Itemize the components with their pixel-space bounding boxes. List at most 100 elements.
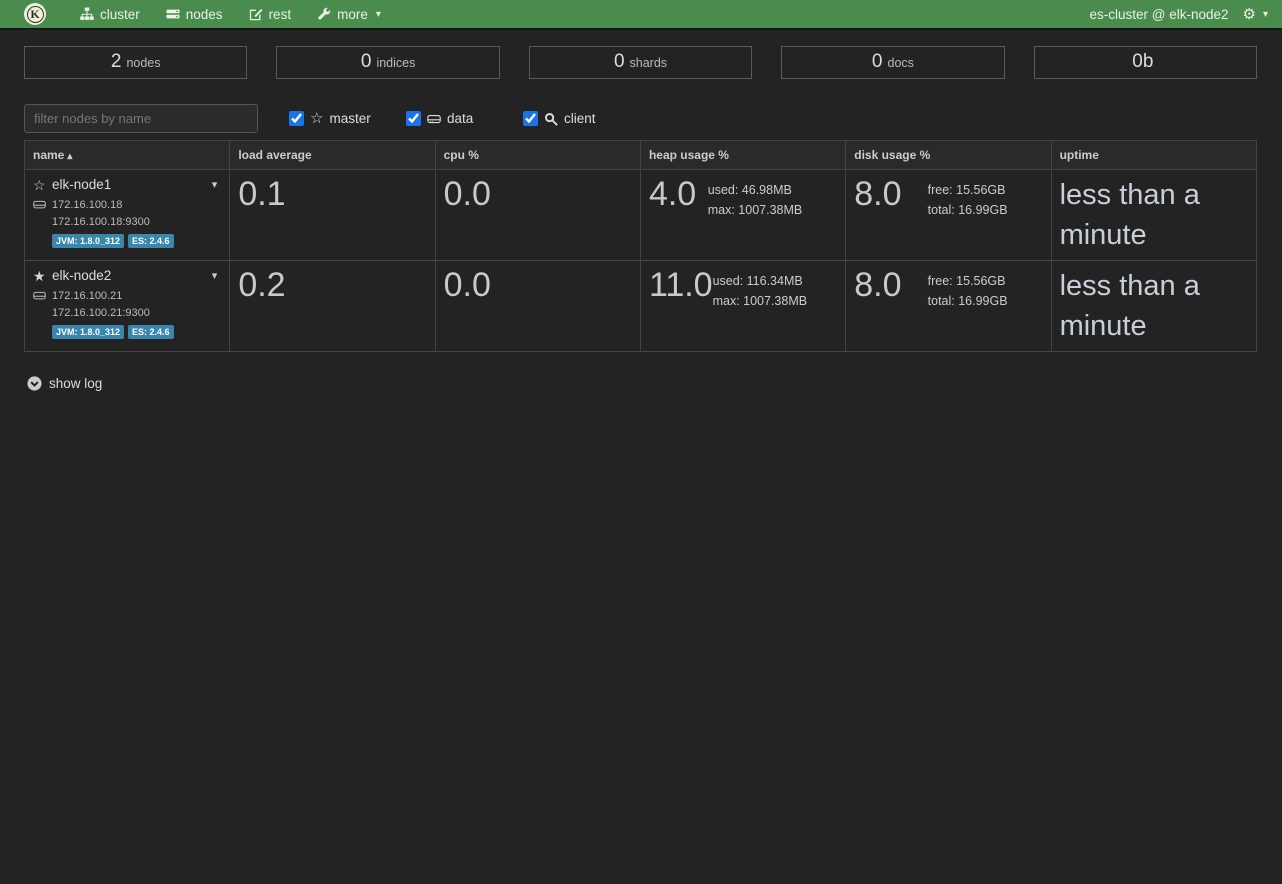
node-name: elk-node2 [52,268,111,283]
node-transport-address: 172.16.100.21:9300 [52,307,221,319]
nav-item-rest[interactable]: rest [249,7,292,22]
node-ip: 172.16.100.18 [52,199,122,211]
master-checkbox[interactable] [289,111,304,126]
es-version-badge: ES: 2.4.6 [128,234,174,248]
uptime-cell: less than a minute [1051,261,1256,352]
star-filled-icon: ★ [33,269,50,283]
node-row-elk-node2: ★ elk-node2 ▾ 172.16.100.21 172.16.100.2… [25,261,1257,352]
heap-max: max: 1007.38MB [708,200,803,220]
sitemap-icon [80,7,94,21]
node-menu-caret-icon[interactable]: ▾ [212,178,218,191]
show-log-toggle[interactable]: show log [27,376,102,391]
disk-cell: 8.0 free: 15.56GB total: 16.99GB [846,170,1051,261]
stat-indices-value: 0 [361,51,372,73]
header-cpu[interactable]: cpu % [435,141,640,170]
server-icon [166,7,180,21]
node-transport-address: 172.16.100.18:9300 [52,216,221,228]
data-checkbox[interactable] [406,111,421,126]
filter-client[interactable]: client [523,111,640,126]
heap-percent-value: 11.0 [649,266,713,311]
disk-total: total: 16.99GB [928,200,1008,220]
cpu-cell: 0.0 [435,261,640,352]
stat-shards-label: shards [630,56,668,70]
nav-label-rest: rest [269,7,292,22]
stat-shards: 0 shards [529,46,752,79]
node-filter-input[interactable] [24,104,258,133]
nav-item-nodes[interactable]: nodes [166,7,223,22]
cluster-host-label: es-cluster @ elk-node2 [1090,7,1229,22]
chevron-down-icon: ▾ [376,9,381,20]
chevron-down-icon: ▾ [1263,9,1268,20]
nodes-table: name▴ load average cpu % heap usage % di… [24,140,1257,352]
filter-data[interactable]: data [406,111,523,126]
load-average-cell: 0.2 [230,261,435,352]
navbar-right: es-cluster @ elk-node2 ⚙ ▾ [1090,7,1269,22]
search-icon [544,112,558,126]
kopf-logo[interactable]: K [24,3,46,25]
nav-item-more[interactable]: more ▾ [317,7,381,22]
nav-label-cluster: cluster [100,7,140,22]
load-average-cell: 0.1 [230,170,435,261]
heap-max: max: 1007.38MB [713,291,808,311]
stat-nodes-label: nodes [126,56,160,70]
disk-percent-value: 8.0 [854,175,901,220]
edit-icon [249,7,263,21]
jvm-version-badge: JVM: 1.8.0_312 [52,325,124,339]
node-name: elk-node1 [52,177,111,192]
navbar: K cluster nodes rest more ▾ es-cluster @… [0,0,1282,30]
gear-icon: ⚙ [1243,7,1256,22]
uptime-value: less than a minute [1060,266,1248,346]
stat-nodes-value: 2 [111,51,122,73]
sort-asc-icon: ▴ [67,151,72,162]
jvm-version-badge: JVM: 1.8.0_312 [52,234,124,248]
nav-item-cluster[interactable]: cluster [80,7,140,22]
header-name[interactable]: name▴ [25,141,230,170]
client-checkbox[interactable] [523,111,538,126]
settings-menu[interactable]: ⚙ ▾ [1243,7,1268,22]
stat-size-value: 0b [1132,51,1153,73]
node-menu-caret-icon[interactable]: ▾ [212,269,218,282]
filter-row: ☆ master data client [24,104,1257,133]
header-uptime[interactable]: uptime [1051,141,1256,170]
cpu-cell: 0.0 [435,170,640,261]
heap-percent-value: 4.0 [649,175,696,220]
table-header-row: name▴ load average cpu % heap usage % di… [25,141,1257,170]
hdd-icon [33,198,46,211]
stat-nodes: 2 nodes [24,46,247,79]
nav-label-nodes: nodes [186,7,223,22]
load-average-value: 0.1 [238,175,426,214]
show-log-label: show log [49,376,102,391]
node-ip: 172.16.100.21 [52,290,122,302]
filter-master-label: master [329,111,370,126]
kopf-logo-letter: K [27,6,44,23]
star-icon: ☆ [310,111,323,126]
heap-used: used: 116.34MB [713,271,808,291]
stat-indices: 0 indices [276,46,499,79]
wrench-icon [317,7,331,21]
star-outline-icon: ☆ [33,178,50,192]
cpu-value: 0.0 [444,266,632,305]
disk-free: free: 15.56GB [928,271,1008,291]
header-disk-usage[interactable]: disk usage % [846,141,1051,170]
filter-data-label: data [447,111,473,126]
es-version-badge: ES: 2.4.6 [128,325,174,339]
node-row-elk-node1: ☆ elk-node1 ▾ 172.16.100.18 172.16.100.1… [25,170,1257,261]
stat-indices-label: indices [376,56,415,70]
cluster-stats-row: 2 nodes 0 indices 0 shards 0 docs 0b [24,46,1257,79]
header-heap-usage[interactable]: heap usage % [640,141,845,170]
uptime-cell: less than a minute [1051,170,1256,261]
disk-cell: 8.0 free: 15.56GB total: 16.99GB [846,261,1051,352]
filter-client-label: client [564,111,596,126]
disk-total: total: 16.99GB [928,291,1008,311]
disk-percent-value: 8.0 [854,266,901,311]
cpu-value: 0.0 [444,175,632,214]
filter-master[interactable]: ☆ master [289,111,406,126]
load-average-value: 0.2 [238,266,426,305]
heap-cell: 4.0 used: 46.98MB max: 1007.38MB [640,170,845,261]
stat-shards-value: 0 [614,51,625,73]
heap-cell: 11.0 used: 116.34MB max: 1007.38MB [640,261,845,352]
chevron-circle-down-icon [27,376,42,391]
header-load-average[interactable]: load average [230,141,435,170]
heap-used: used: 46.98MB [708,180,803,200]
stat-docs-label: docs [888,56,914,70]
